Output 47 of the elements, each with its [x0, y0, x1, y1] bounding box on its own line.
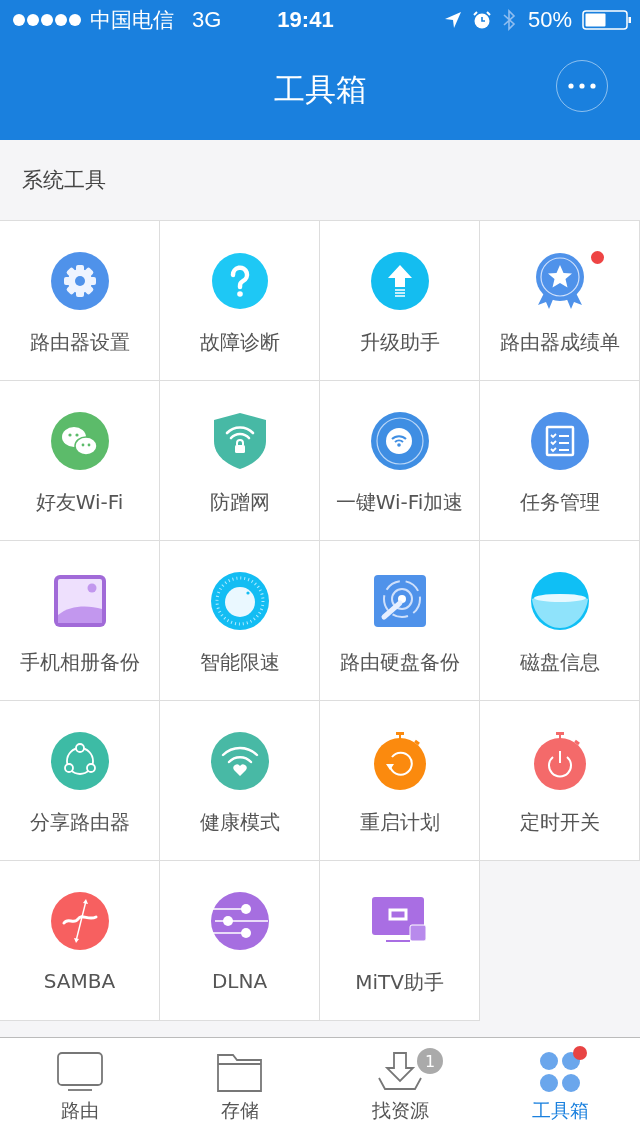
tool-tile[interactable]: 健康模式	[160, 701, 320, 861]
tab[interactable]: 工具箱	[480, 1038, 640, 1136]
carrier-name: 中国电信	[90, 7, 174, 34]
section-title: 系统工具	[22, 167, 106, 194]
tool-tile[interactable]: 分享路由器	[0, 701, 160, 861]
question-icon	[209, 251, 270, 311]
battery-icon	[582, 10, 632, 30]
tool-tile[interactable]: 手机相册备份	[0, 541, 160, 701]
bluetooth-icon	[501, 9, 516, 31]
tool-tile[interactable]: 定时开关	[480, 701, 640, 861]
tab[interactable]: 路由	[0, 1038, 160, 1136]
monitor-icon	[55, 1050, 105, 1094]
samba-icon	[49, 891, 110, 951]
tool-tile[interactable]: 路由器设置	[0, 221, 160, 381]
tool-tile[interactable]: 重启计划	[320, 701, 480, 861]
nodes-icon	[209, 891, 270, 951]
alarm-clock-icon	[471, 10, 492, 30]
tool-tile[interactable]: 路由硬盘备份	[320, 541, 480, 701]
bowl-icon	[529, 571, 590, 631]
tab[interactable]: 1 找资源	[320, 1038, 480, 1136]
page-title: 工具箱	[273, 70, 367, 109]
tool-tile[interactable]: 故障诊断	[160, 221, 320, 381]
wifi-gauge-icon	[369, 411, 430, 471]
dial-icon	[209, 571, 270, 631]
tool-tile[interactable]: SAMBA	[0, 861, 160, 1021]
clock-time: 19:41	[277, 7, 334, 33]
chat-bubbles-icon	[49, 411, 110, 471]
tab[interactable]: 存储	[160, 1038, 320, 1136]
more-dots-icon	[568, 83, 596, 89]
gear-icon	[49, 251, 110, 311]
tool-tile[interactable]: 一键Wi-Fi加速	[320, 381, 480, 541]
network-type: 3G	[192, 7, 222, 33]
signal-icon	[12, 13, 82, 27]
tool-tile[interactable]: 磁盘信息	[480, 541, 640, 701]
tool-tile[interactable]: DLNA	[160, 861, 320, 1021]
tool-tile[interactable]: 智能限速	[160, 541, 320, 701]
count-badge: 1	[417, 1048, 443, 1074]
tool-tile[interactable]: 好友Wi-Fi	[0, 381, 160, 541]
tool-tile[interactable]: 任务管理	[480, 381, 640, 541]
tool-tile[interactable]: 防蹭网	[160, 381, 320, 541]
location-arrow-icon	[443, 11, 462, 29]
battery-percent: 50%	[527, 7, 572, 33]
checklist-icon	[529, 411, 590, 471]
tool-tile[interactable]: 升级助手	[320, 221, 480, 381]
tool-tile[interactable]: MiTV助手	[320, 861, 480, 1021]
share-icon	[49, 731, 110, 791]
tool-tile[interactable]: 路由器成绩单	[480, 221, 640, 381]
